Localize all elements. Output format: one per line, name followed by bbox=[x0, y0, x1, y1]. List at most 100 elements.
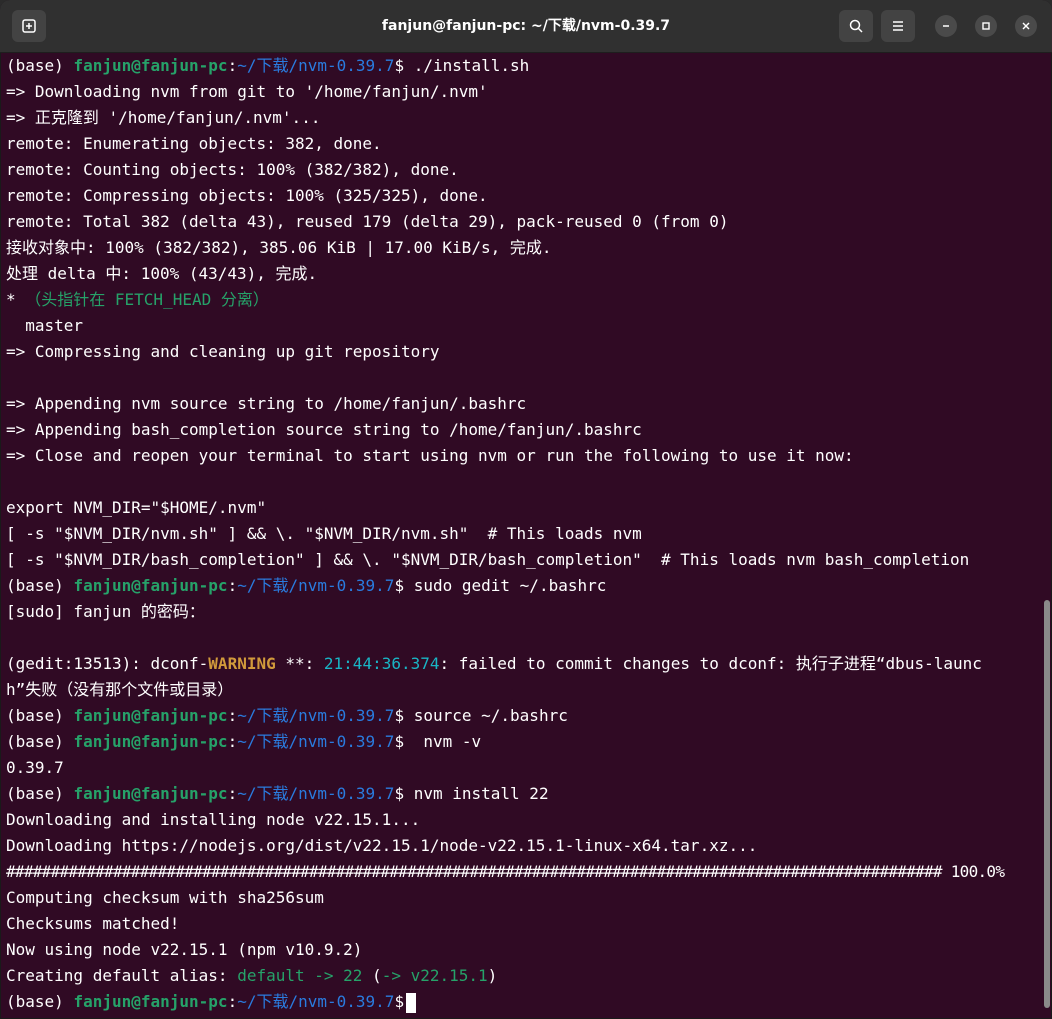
menu-button[interactable] bbox=[881, 10, 915, 42]
prompt-dollar: $ bbox=[394, 56, 405, 75]
prompt-colon: : bbox=[227, 706, 238, 725]
warning-message: : failed to commit changes to dconf: 执行子… bbox=[439, 654, 982, 673]
prompt-path: ~/下载/nvm-0.39.7 bbox=[237, 706, 395, 725]
terminal-line: => 正克隆到 '/home/fanjun/.nvm'... bbox=[6, 108, 321, 127]
prompt-path: ~/下载/nvm-0.39.7 bbox=[237, 784, 395, 803]
search-button[interactable] bbox=[839, 10, 873, 42]
text-cursor bbox=[406, 992, 417, 1013]
prompt-dollar: $ bbox=[394, 576, 405, 595]
maximize-icon bbox=[982, 22, 990, 30]
terminal-window: fanjun@fanjun-pc: ~/下载/nvm-0.39.7 (base)… bbox=[0, 0, 1052, 1019]
progress-line: ########################################… bbox=[6, 862, 1005, 881]
terminal-line: [ -s "$NVM_DIR/nvm.sh" ] && \. "$NVM_DIR… bbox=[6, 524, 642, 543]
terminal-line: => Downloading nvm from git to '/home/fa… bbox=[6, 82, 488, 101]
detached-head-text: （头指针在 FETCH_HEAD 分离） bbox=[25, 290, 269, 309]
prompt-user: fanjun@fanjun-pc bbox=[73, 992, 228, 1011]
terminal-line: => Compressing and cleaning up git repos… bbox=[6, 342, 440, 361]
alias-label: Creating default alias: bbox=[6, 966, 238, 985]
terminal-line: Checksums matched! bbox=[6, 914, 180, 933]
terminal-line: h”失败（没有那个文件或目录） bbox=[6, 680, 234, 699]
terminal-line: 处理 delta 中: 100% (43/43), 完成. bbox=[6, 264, 318, 283]
prompt-dollar: $ bbox=[394, 992, 405, 1011]
command-text: sudo gedit ~/.bashrc bbox=[404, 576, 607, 595]
terminal-line: (base) fanjun@fanjun-pc:~/下载/nvm-0.39.7$… bbox=[6, 729, 1038, 755]
prompt-user: fanjun@fanjun-pc bbox=[73, 56, 228, 75]
prompt-dollar: $ bbox=[394, 732, 405, 751]
terminal-line: (base) fanjun@fanjun-pc:~/下载/nvm-0.39.7$… bbox=[6, 573, 1038, 599]
alias-paren-open: ( bbox=[362, 966, 382, 985]
terminal-line: 0.39.7 bbox=[6, 758, 64, 777]
prompt-colon: : bbox=[227, 732, 238, 751]
alias-arrow2: -> bbox=[381, 966, 401, 985]
prompt-dollar: $ bbox=[394, 784, 405, 803]
terminal-line: Computing checksum with sha256sum bbox=[6, 888, 324, 907]
terminal-line: Now using node v22.15.1 (npm v10.9.2) bbox=[6, 940, 363, 959]
prompt-path: ~/下载/nvm-0.39.7 bbox=[237, 56, 395, 75]
minimize-button[interactable] bbox=[935, 15, 957, 37]
warning-label: WARNING bbox=[208, 654, 276, 673]
prompt-user: fanjun@fanjun-pc bbox=[73, 706, 228, 725]
terminal-line: * （头指针在 FETCH_HEAD 分离） bbox=[6, 287, 1038, 313]
command-text: source ~/.bashrc bbox=[404, 706, 568, 725]
prompt-path: ~/下载/nvm-0.39.7 bbox=[237, 992, 395, 1011]
prompt-colon: : bbox=[227, 784, 238, 803]
terminal-line: => Appending nvm source string to /home/… bbox=[6, 394, 527, 413]
terminal-line: [ -s "$NVM_DIR/bash_completion" ] && \. … bbox=[6, 550, 970, 569]
terminal-line: remote: Enumerating objects: 382, done. bbox=[6, 134, 382, 153]
alias-paren-close: ) bbox=[487, 966, 498, 985]
gedit-prefix: (gedit:13513): dconf- bbox=[6, 654, 209, 673]
terminal-line: Downloading and installing node v22.15.1… bbox=[6, 810, 421, 829]
terminal-line: remote: Total 382 (delta 43), reused 179… bbox=[6, 212, 729, 231]
hamburger-menu-icon bbox=[893, 21, 903, 31]
prompt-env: (base) bbox=[6, 784, 74, 803]
terminal-line: (gedit:13513): dconf-WARNING **: 21:44:3… bbox=[6, 651, 1038, 677]
warning-sep: **: bbox=[275, 654, 324, 673]
prompt-user: fanjun@fanjun-pc bbox=[73, 732, 228, 751]
terminal-line: Downloading https://nodejs.org/dist/v22.… bbox=[6, 836, 758, 855]
terminal-line: 接收对象中: 100% (382/382), 385.06 KiB | 17.0… bbox=[6, 238, 552, 257]
terminal-output[interactable]: (base) fanjun@fanjun-pc:~/下载/nvm-0.39.7$… bbox=[6, 53, 1038, 1013]
prompt-dollar: $ bbox=[394, 706, 405, 725]
prompt-env: (base) bbox=[6, 56, 74, 75]
command-text: nvm install 22 bbox=[404, 784, 549, 803]
terminal-line: (base) fanjun@fanjun-pc:~/下载/nvm-0.39.7$… bbox=[6, 53, 1038, 79]
close-button[interactable] bbox=[1015, 15, 1037, 37]
maximize-button[interactable] bbox=[975, 15, 997, 37]
terminal-line: Creating default alias: default -> 22 (-… bbox=[6, 963, 1038, 989]
terminal-line: export NVM_DIR="$HOME/.nvm" bbox=[6, 498, 267, 517]
alias-version: v22.15.1 bbox=[400, 966, 488, 985]
scrollbar[interactable] bbox=[1044, 600, 1050, 1008]
prompt-path: ~/下载/nvm-0.39.7 bbox=[237, 732, 395, 751]
prompt-env: (base) bbox=[6, 992, 74, 1011]
prompt-env: (base) bbox=[6, 576, 74, 595]
prompt-user: fanjun@fanjun-pc bbox=[73, 576, 228, 595]
warning-timestamp: 21:44:36.374 bbox=[323, 654, 440, 673]
prompt-path: ~/下载/nvm-0.39.7 bbox=[237, 576, 395, 595]
terminal-line: master bbox=[6, 316, 84, 335]
terminal-line: (base) fanjun@fanjun-pc:~/下载/nvm-0.39.7$… bbox=[6, 703, 1038, 729]
terminal-line: (base) fanjun@fanjun-pc:~/下载/nvm-0.39.7$… bbox=[6, 781, 1038, 807]
terminal-line: (base) fanjun@fanjun-pc:~/下载/nvm-0.39.7$ bbox=[6, 989, 1038, 1015]
alias-arrow: -> bbox=[304, 966, 344, 985]
prompt-colon: : bbox=[227, 992, 238, 1011]
branch-star: * bbox=[6, 290, 26, 309]
terminal-line: => Appending bash_completion source stri… bbox=[6, 420, 642, 439]
minimize-icon bbox=[943, 25, 949, 27]
prompt-user: fanjun@fanjun-pc bbox=[73, 784, 228, 803]
terminal-line: remote: Compressing objects: 100% (325/3… bbox=[6, 186, 488, 205]
terminal-line: => Close and reopen your terminal to sta… bbox=[6, 446, 854, 465]
alias-name: default bbox=[237, 966, 305, 985]
prompt-colon: : bbox=[227, 576, 238, 595]
close-icon bbox=[1022, 22, 1030, 30]
command-text: nvm -v bbox=[404, 732, 482, 751]
prompt-colon: : bbox=[227, 56, 238, 75]
terminal-line: [sudo] fanjun 的密码： bbox=[6, 602, 205, 621]
title-bar: fanjun@fanjun-pc: ~/下载/nvm-0.39.7 bbox=[0, 0, 1052, 53]
search-icon bbox=[849, 19, 863, 33]
prompt-env: (base) bbox=[6, 732, 74, 751]
terminal-line: remote: Counting objects: 100% (382/382)… bbox=[6, 160, 459, 179]
command-text: ./install.sh bbox=[404, 56, 530, 75]
alias-target: 22 bbox=[343, 966, 363, 985]
